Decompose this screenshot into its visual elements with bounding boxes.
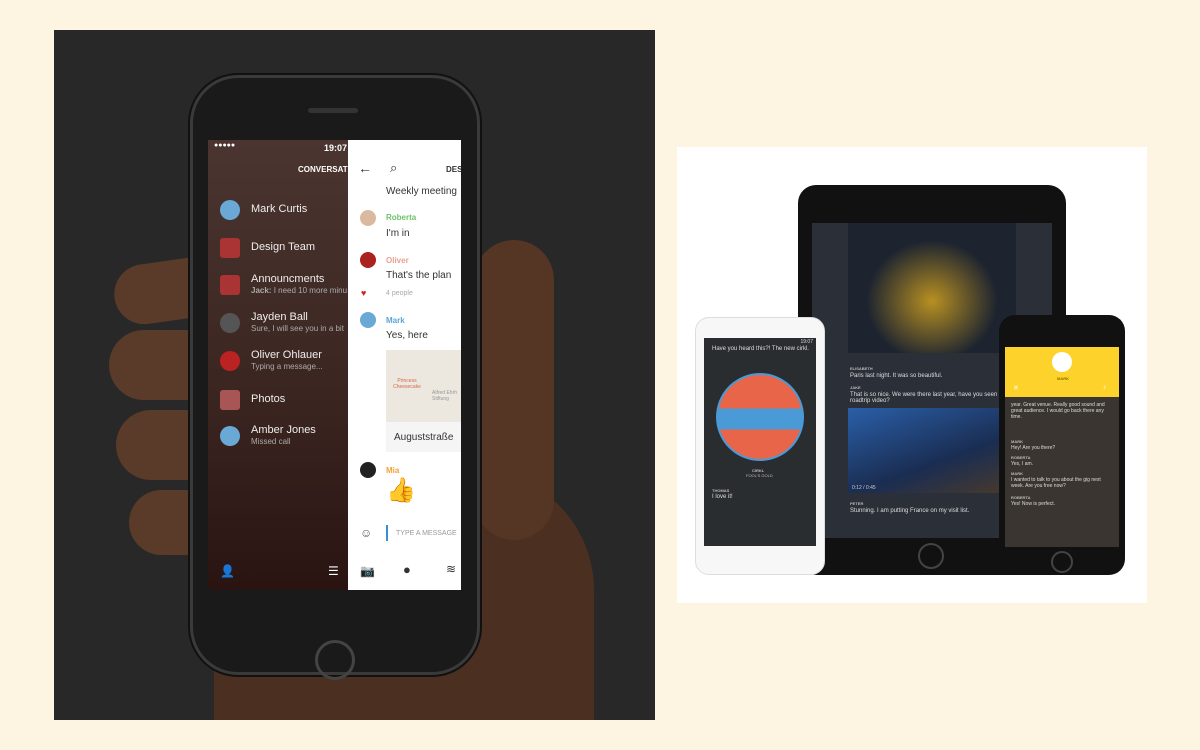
decline-icon[interactable]: ✕: [1013, 384, 1019, 392]
message-text: Yes! Now is perfect.: [1011, 501, 1056, 507]
sender-name: THOMAS: [712, 488, 730, 493]
text-cursor: [386, 525, 388, 541]
conversation-name: Design Team: [251, 241, 315, 253]
sender-name: ROBERTA: [1011, 495, 1031, 500]
message-input[interactable]: TYPE A MESSAGE: [396, 530, 457, 537]
search-icon[interactable]: ⌕: [390, 160, 397, 176]
message-text: Hey! Are you there?: [1011, 445, 1056, 451]
message-text: That's the plan: [386, 270, 452, 281]
conversation-preview: Missed call: [251, 437, 291, 446]
thumbs-up-emoji: 👍: [386, 477, 416, 504]
conversation-preview: Jack: I need 10 more minu: [251, 286, 347, 295]
android-device: 19:07 Have you heard this?! The new cirk…: [695, 317, 825, 575]
emoji-icon[interactable]: ☺: [360, 526, 372, 540]
iphone-small-screen: MARK ✕ ♪ year. Great venue. Really good …: [1005, 347, 1119, 547]
avatar: [360, 312, 376, 328]
conversation-name: Mark Curtis: [251, 203, 308, 215]
avatar: [360, 252, 376, 268]
message-text: I love it!: [712, 494, 733, 500]
conversation-name: Amber Jones: [251, 424, 316, 436]
track-artist: FOOL'S GOLD: [746, 473, 773, 478]
sender-name: Mia: [386, 466, 400, 475]
sender-name: MARK: [1011, 471, 1023, 476]
avatar: [220, 426, 240, 446]
conversation-name: Photos: [251, 393, 286, 405]
left-showcase-panel: ●●●●● 19:07 CONVERSAT Mark Curtis Design…: [54, 30, 655, 720]
avatar: [220, 238, 240, 258]
speaker-grill: [308, 108, 358, 113]
sender-name: ELISABETH: [850, 366, 873, 371]
android-screen: 19:07 Have you heard this?! The new cirk…: [704, 338, 816, 546]
sender-name: MARK: [1011, 439, 1023, 444]
status-time: 19:07: [800, 339, 813, 345]
back-arrow-icon[interactable]: ←: [358, 160, 372, 176]
eiffel-tower-photo: [848, 223, 1016, 353]
heart-icon[interactable]: ♥: [361, 288, 366, 298]
caller-name: MARK: [1057, 376, 1069, 381]
message-text: I wanted to talk to you about the gig ne…: [1011, 477, 1101, 489]
conversation-name: Announcments: [251, 273, 325, 285]
right-showcase-panel: ELISABETH Paris last night. It was so be…: [677, 147, 1147, 603]
message-text: Weekly meeting: [386, 186, 457, 197]
map-place-label: Princess Cheesecake: [393, 378, 421, 390]
list-title: CONVERSAT: [298, 165, 348, 174]
conversation-name: Jayden Ball: [251, 311, 308, 323]
filter-icon[interactable]: ☰: [328, 564, 339, 578]
avatar: [360, 210, 376, 226]
message-text: That is so nice. We were there last year…: [850, 392, 1008, 404]
message-text: Paris last night. It was so beautiful.: [850, 373, 943, 379]
map-attachment[interactable]: Princess Cheesecake Alfred Ehrh Stiftung…: [386, 350, 461, 452]
avatar: [220, 390, 240, 410]
call-banner[interactable]: MARK ✕ ♪: [1005, 347, 1119, 397]
home-button[interactable]: [918, 543, 944, 569]
preview-text: I need 10 more minu: [273, 286, 348, 295]
mic-icon[interactable]: ♪: [1103, 384, 1107, 391]
avatar: [220, 275, 240, 295]
avatar: [220, 200, 240, 220]
home-button[interactable]: [315, 640, 355, 680]
album-art[interactable]: [716, 373, 804, 461]
message-text: Yes, I am.: [1011, 461, 1034, 467]
avatar: [220, 313, 240, 333]
sender-name: PETER: [850, 501, 864, 506]
chat-panel: ← ⌕ DES Weekly meeting Roberta I'm in Ol…: [348, 140, 461, 590]
map-caption: Auguststraße: [394, 432, 454, 443]
stack-icon[interactable]: ≋: [446, 562, 456, 576]
avatar: [220, 351, 240, 371]
hand-thumb: [474, 240, 554, 540]
conversation-preview: Sure, I will see you in a bit: [251, 324, 344, 333]
preview-sender: Jack:: [251, 286, 272, 295]
video-player[interactable]: 0:12 / 0:45: [848, 408, 1016, 493]
sender-name: Roberta: [386, 213, 417, 222]
sender-name: Mark: [386, 316, 405, 325]
camera-icon[interactable]: 📷: [360, 564, 375, 578]
signal-icon: ●●●●●: [214, 142, 236, 149]
sender-name: ROBERTA: [1011, 455, 1031, 460]
profile-icon[interactable]: 👤: [220, 564, 235, 578]
status-time: 19:07: [324, 143, 348, 153]
home-button[interactable]: [1051, 551, 1073, 573]
caller-avatar: [1052, 352, 1072, 372]
message-text: Stunning. I am putting France on my visi…: [850, 508, 970, 514]
iphone-small-device: MARK ✕ ♪ year. Great venue. Really good …: [999, 315, 1125, 575]
phone-screen: ●●●●● 19:07 CONVERSAT Mark Curtis Design…: [208, 140, 461, 590]
message-text: Yes, here: [386, 330, 428, 341]
message-text: I'm in: [386, 228, 410, 239]
chat-title: DES: [446, 165, 461, 174]
sender-name: Oliver: [386, 256, 409, 265]
message-text: Have you heard this?! The new cirkl.: [712, 346, 809, 352]
reaction-count: 4 people: [386, 290, 413, 297]
conversation-name: Oliver Ohlauer: [251, 349, 322, 361]
conversation-list-panel: ●●●●● 19:07 CONVERSAT Mark Curtis Design…: [208, 140, 348, 590]
record-icon[interactable]: ●: [403, 562, 411, 577]
avatar: [360, 462, 376, 478]
video-time: 0:12 / 0:45: [852, 485, 876, 491]
message-text: year. Great venue. Really good sound and…: [1011, 402, 1105, 420]
conversation-preview: Typing a message...: [251, 362, 323, 371]
sender-name: JAKE: [850, 385, 861, 390]
map-place-label: Alfred Ehrh Stiftung: [432, 390, 458, 402]
